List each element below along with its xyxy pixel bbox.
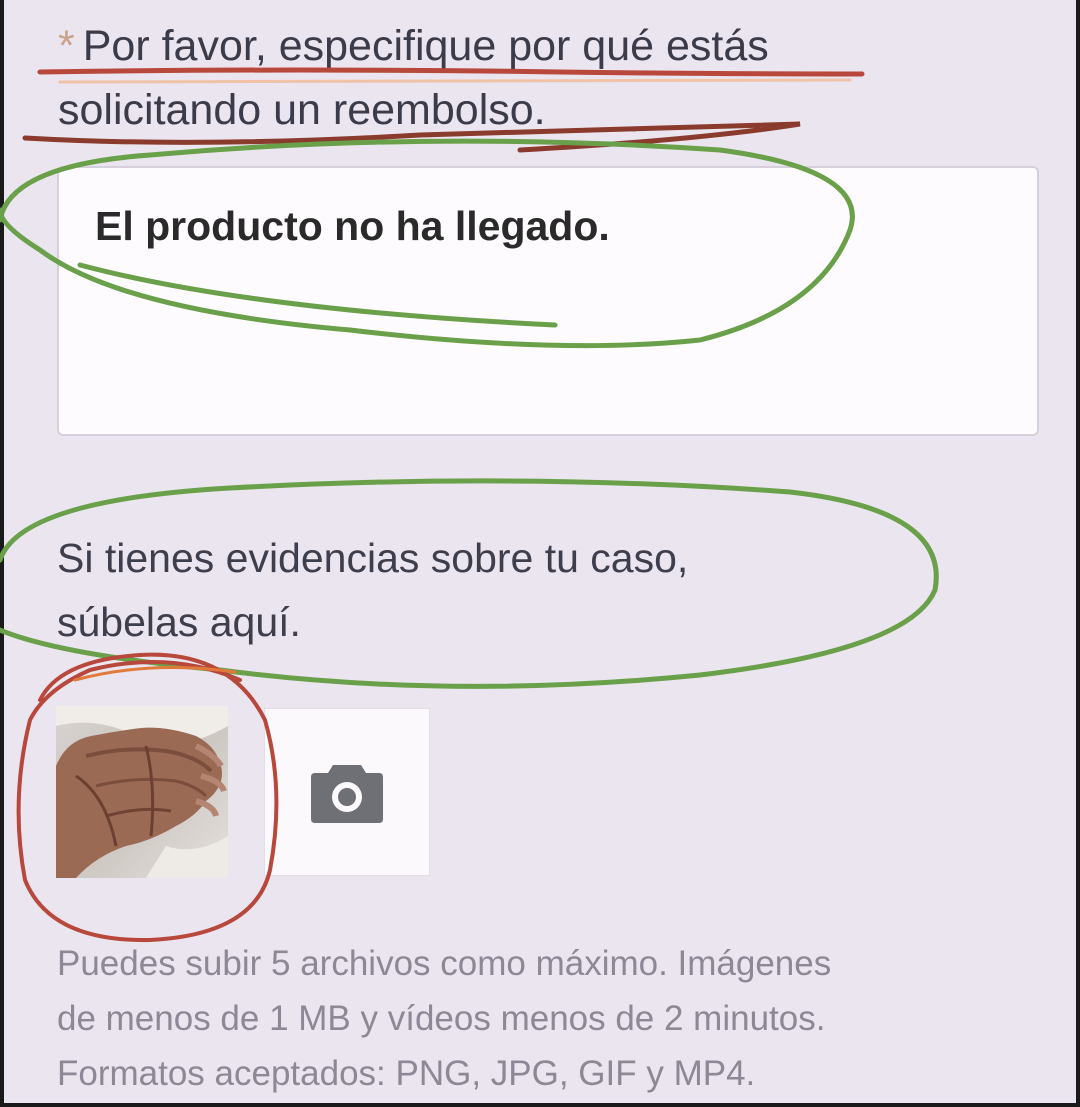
question-text: Por favor, especifique por qué estás sol…	[58, 22, 769, 134]
camera-icon	[311, 765, 383, 823]
frame-edge-right	[1076, 0, 1080, 1107]
upload-help-text: Puedes subir 5 archivos como máximo. Imá…	[57, 936, 1037, 1101]
evidence-label-line-1: Si tienes evidencias sobre tu caso,	[57, 535, 689, 581]
help-text-line-2: de menos de 1 MB y vídeos menos de 2 min…	[57, 999, 826, 1038]
refund-reason-question: * Por favor, especifique por qué estás so…	[58, 14, 958, 142]
frame-edge-left	[0, 0, 4, 1107]
help-text-line-1: Puedes subir 5 archivos como máximo. Imá…	[57, 944, 832, 983]
hand-photo-image	[56, 706, 228, 878]
help-text-line-3: Formatos aceptados: PNG, JPG, GIF y MP4.	[57, 1054, 756, 1093]
evidence-label: Si tienes evidencias sobre tu caso, súbe…	[57, 526, 957, 654]
required-asterisk: *	[58, 22, 75, 70]
uploaded-hand-photo[interactable]	[56, 706, 228, 878]
evidence-label-line-2: súbelas aquí.	[57, 599, 301, 645]
frame-edge-bottom	[0, 1103, 1080, 1107]
add-photo-button[interactable]	[264, 708, 430, 876]
refund-reason-value: El producto no ha llegado.	[95, 203, 610, 249]
orange-accent-uploaded-photo	[73, 666, 237, 682]
